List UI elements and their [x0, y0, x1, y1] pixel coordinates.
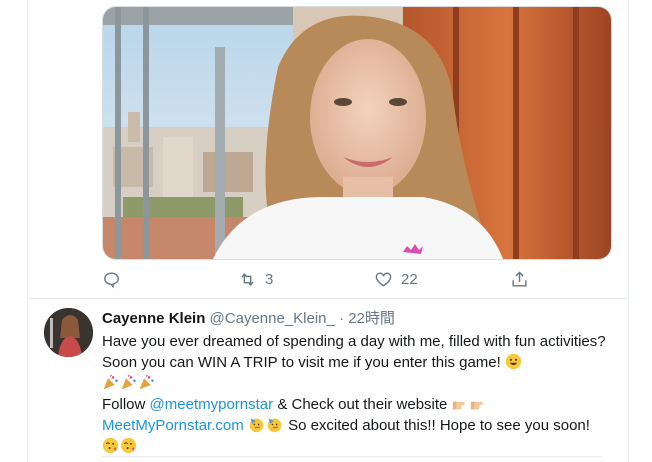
tweet-photo[interactable]: [102, 6, 612, 260]
tweet-actions: 3 22: [102, 264, 552, 294]
reply-button[interactable]: [102, 264, 129, 294]
site-line: MeetMyPornstar.com So excited about this…: [102, 415, 622, 436]
website-link[interactable]: MeetMyPornstar.com: [102, 417, 244, 434]
tweet-text: Have you ever dreamed of spending a day …: [102, 331, 622, 457]
partying-face-emoji-icon: [267, 418, 282, 433]
user-handle[interactable]: @Cayenne_Klein_: [210, 310, 335, 327]
party-popper-emoji-icon: [121, 374, 136, 390]
retweet-icon: [241, 272, 254, 286]
tweet-divider: [28, 298, 628, 299]
partying-face-emoji-icon: [249, 418, 264, 433]
grinning-face-emoji-icon: [505, 353, 522, 370]
face-blowing-kiss-emoji-icon: [102, 437, 119, 454]
tweet-line-2-text: Soon you can WIN A TRIP to visit me if y…: [102, 354, 501, 371]
face-blowing-kiss-emoji-icon: [120, 437, 137, 454]
party-popper-line: [102, 373, 622, 394]
party-popper-emoji-icon: [139, 374, 154, 390]
avatar[interactable]: [44, 308, 93, 357]
tweet-line-1: Have you ever dreamed of spending a day …: [102, 333, 606, 350]
retweet-button[interactable]: 3: [238, 264, 273, 294]
share-button[interactable]: [510, 264, 529, 294]
excited-text: So excited about this!! Hope to see you …: [288, 417, 590, 434]
party-popper-emoji-icon: [103, 374, 118, 390]
share-icon: [512, 271, 527, 287]
heart-icon: [375, 271, 392, 287]
mention-link[interactable]: @meetmypornstar: [150, 396, 274, 413]
media-preview-edge: [102, 456, 602, 457]
tweet-line-2: Soon you can WIN A TRIP to visit me if y…: [102, 352, 622, 373]
pointing-hand-emoji-icon: [470, 401, 483, 410]
reply-icon: [104, 271, 119, 289]
retweet-count: 3: [265, 270, 274, 288]
like-count: 22: [401, 270, 418, 288]
pointing-hand-emoji-icon: [452, 401, 465, 410]
tweet-timestamp[interactable]: 22時間: [348, 310, 395, 327]
follow-line: Follow @meetmypornstar & Check out their…: [102, 394, 622, 415]
header-separator: ·: [339, 310, 345, 327]
tweet-content: Cayenne Klein @Cayenne_Klein_ · 22時間 Hav…: [102, 309, 622, 457]
like-button[interactable]: 22: [374, 264, 418, 294]
display-name[interactable]: Cayenne Klein: [102, 310, 205, 327]
follow-prefix: Follow: [102, 396, 146, 413]
tweet-header: Cayenne Klein @Cayenne_Klein_ · 22時間: [102, 309, 622, 329]
timeline-column: 3 22 Cayenne Klein @Cayenne_Klein_ · 22時…: [27, 0, 629, 462]
follow-suffix: & Check out their website: [277, 396, 448, 413]
kiss-line: [102, 436, 622, 457]
